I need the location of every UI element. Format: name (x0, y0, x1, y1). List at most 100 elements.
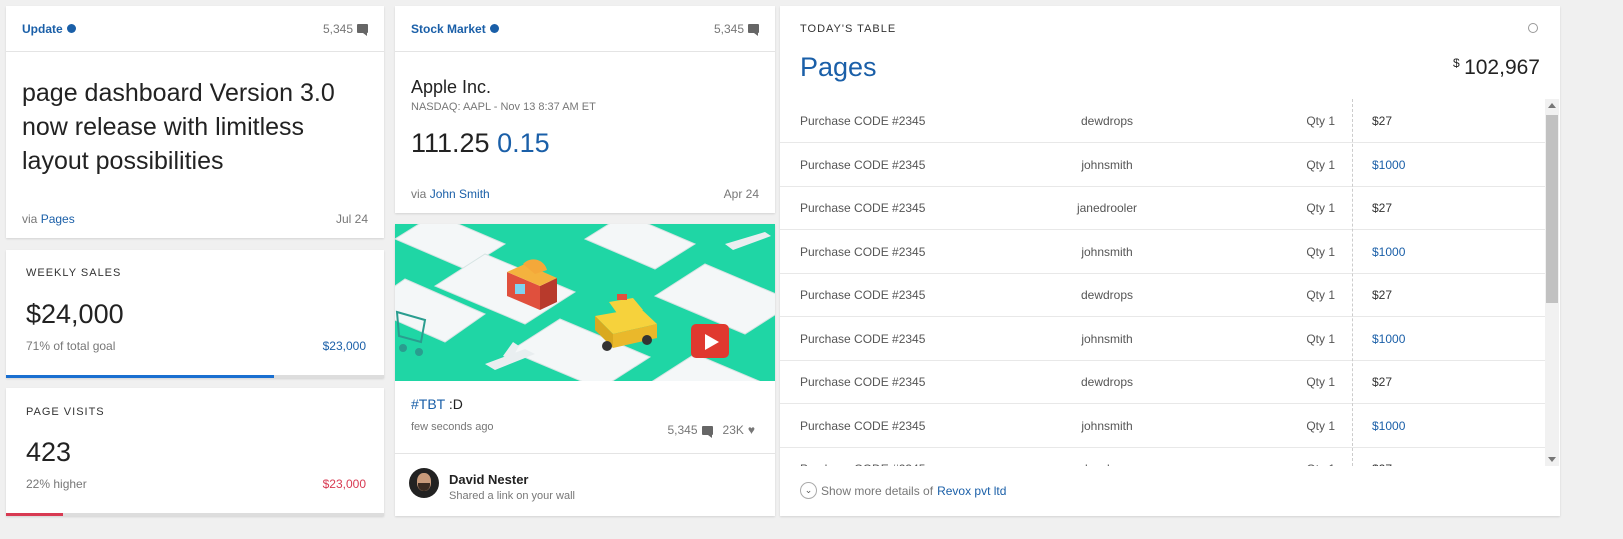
stock-change: 0.15 (497, 128, 550, 158)
weekly-sales-sub: 71% of total goal (26, 339, 116, 353)
post-comment-count: 5,345 (667, 423, 698, 437)
row-qty: Qty 1 (1306, 288, 1335, 302)
show-more-link[interactable]: Revox pvt ltd (937, 484, 1006, 498)
show-more-text: Show more details of (821, 483, 934, 498)
table-row[interactable]: Purchase CODE #2345 johnsmith Qty 1 $1000 (780, 317, 1545, 361)
comment-count-value: 5,345 (322, 21, 353, 36)
table-body: Purchase CODE #2345 dewdrops Qty 1 $27 Purch… (780, 99, 1545, 466)
city-illustration-image (395, 224, 775, 381)
row-price[interactable]: $1000 (1372, 158, 1405, 172)
table-total-value: 102,967 (1464, 56, 1540, 79)
update-via: via Pages (22, 212, 75, 226)
weekly-sales-amount: $24,000 (26, 299, 124, 329)
row-price: $27 (1372, 462, 1392, 466)
table-total: $ 102,967 (1453, 56, 1540, 80)
row-code: Purchase CODE #2345 (800, 418, 926, 433)
comment-icon (748, 24, 759, 36)
row-code: Purchase CODE #2345 (800, 375, 926, 389)
page-visits-label: PAGE VISITS (26, 406, 105, 418)
table-row[interactable]: Purchase CODE #2345 dewdrops Qty 1 $27 (780, 99, 1545, 143)
post-caption: #TBT :D (411, 396, 463, 412)
row-code: Purchase CODE #2345 (800, 462, 925, 466)
table-row[interactable]: Purchase CODE #2345 johnsmith Qty 1 $1000 (780, 230, 1545, 274)
row-price[interactable]: $1000 (1372, 332, 1405, 346)
weekly-progress-fill (6, 375, 275, 378)
row-price: $27 (1372, 114, 1393, 128)
via-link[interactable]: Pages (41, 212, 75, 226)
row-price[interactable]: $1000 (1372, 419, 1405, 433)
row-price: $27 (1372, 288, 1393, 302)
row-code: Purchase CODE #2345 (800, 114, 926, 128)
comment-count: 5,345 (714, 22, 759, 36)
stock-price: 111.25 (411, 128, 490, 158)
table-scrollbar[interactable] (1545, 99, 1559, 466)
post-hashtag[interactable]: #TBT (411, 396, 445, 412)
chevron-down-icon[interactable]: ⌄ (800, 482, 817, 499)
comment-icon (357, 24, 368, 36)
table-row[interactable]: Purchase CODE #2345 dewdrops Qty 1 $27 (780, 447, 1545, 466)
table-row[interactable]: Purchase CODE #2345 dewdrops Qty 1 $27 (780, 273, 1545, 317)
scroll-up-icon[interactable] (1548, 103, 1556, 108)
row-price[interactable]: $1000 (1372, 245, 1405, 259)
page-visits-amount: 423 (26, 437, 72, 467)
status-dot-icon (66, 24, 76, 33)
show-more[interactable]: ⌄ Show more details of Revox pvt ltd (800, 482, 1006, 499)
heart-icon[interactable]: ♥ (748, 423, 755, 437)
page-visits-card: PAGE VISITS 423 22% higher $23,000 (6, 388, 384, 516)
weekly-sales-card: WEEKLY SALES $24,000 71% of total goal $… (6, 250, 384, 378)
visits-progress-track (6, 513, 384, 516)
table-row[interactable]: Purchase CODE #2345 dewdrops Qty 1 $27 (780, 360, 1545, 404)
row-user: janedrooler (1076, 201, 1138, 215)
update-date: Jul 24 (335, 212, 368, 226)
row-user: dewdrops (1072, 462, 1142, 466)
post-time: few seconds ago (411, 421, 494, 433)
stock-ticker: NASDAQ: AAPL - Nov 13 8:37 AM ET (411, 101, 596, 113)
row-qty: Qty 1 (1306, 462, 1335, 466)
post-illustration[interactable] (395, 224, 775, 381)
row-qty: Qty 1 (1306, 201, 1335, 215)
post-user-action: Shared a link on your wall (449, 490, 575, 502)
table-row[interactable]: Purchase CODE #2345 johnsmith Qty 1 $1000 (780, 404, 1545, 448)
comment-count-value: 5,345 (713, 21, 744, 36)
page-visits-target: $23,000 (322, 477, 366, 491)
stock-card-header: Stock Market 5,345 (395, 6, 775, 52)
post-footer: David Nester Shared a link on your wall (395, 453, 775, 516)
row-code: Purchase CODE #2345 (800, 201, 926, 215)
weekly-sales-target: $23,000 (322, 339, 366, 353)
update-title-text: Update (22, 21, 63, 36)
row-price: $27 (1372, 201, 1393, 215)
taxi-icon (595, 294, 657, 351)
row-qty: Qty 1 (1306, 418, 1335, 433)
row-user: dewdrops (1080, 288, 1134, 302)
post-stats: 5,345 23K ♥ (667, 423, 755, 438)
row-code: Purchase CODE #2345 (800, 157, 926, 172)
table-card: TODAY'S TABLE Pages $ 102,967 Purchase C… (780, 6, 1560, 516)
row-qty: Qty 1 (1306, 157, 1335, 172)
update-headline: page dashboard Version 3.0 now release w… (22, 79, 335, 175)
row-qty: Qty 1 (1306, 114, 1335, 128)
post-user-name[interactable]: David Nester (449, 472, 528, 487)
table-row[interactable]: Purchase CODE #2345 johnsmith Qty 1 $1000 (780, 143, 1545, 187)
visits-progress-fill (6, 513, 63, 516)
row-code: Purchase CODE #2345 (800, 244, 926, 259)
status-dot-icon (489, 24, 499, 33)
page-visits-sub: 22% higher (26, 477, 87, 491)
stock-title[interactable]: Stock Market (411, 22, 499, 36)
table-refresh-icon[interactable] (1528, 23, 1538, 33)
comment-count: 5,345 (323, 22, 368, 36)
comment-icon[interactable] (701, 425, 713, 438)
avatar[interactable] (409, 468, 439, 498)
video-play-icon (691, 324, 729, 358)
stock-date: Apr 24 (723, 187, 759, 201)
table-label: TODAY'S TABLE (800, 23, 897, 35)
stock-title-text: Stock Market (411, 21, 486, 36)
row-user: dewdrops (1080, 375, 1134, 389)
update-title[interactable]: Update (22, 22, 76, 36)
table-row[interactable]: Purchase CODE #2345 janedrooler Qty 1 $27 (780, 186, 1545, 230)
scrollbar-thumb[interactable] (1546, 115, 1558, 303)
row-user: johnsmith (1081, 157, 1133, 172)
via-link[interactable]: John Smith (430, 187, 490, 201)
row-user: dewdrops (1080, 114, 1134, 128)
scroll-down-icon[interactable] (1548, 457, 1556, 462)
row-user: johnsmith (1081, 244, 1133, 259)
